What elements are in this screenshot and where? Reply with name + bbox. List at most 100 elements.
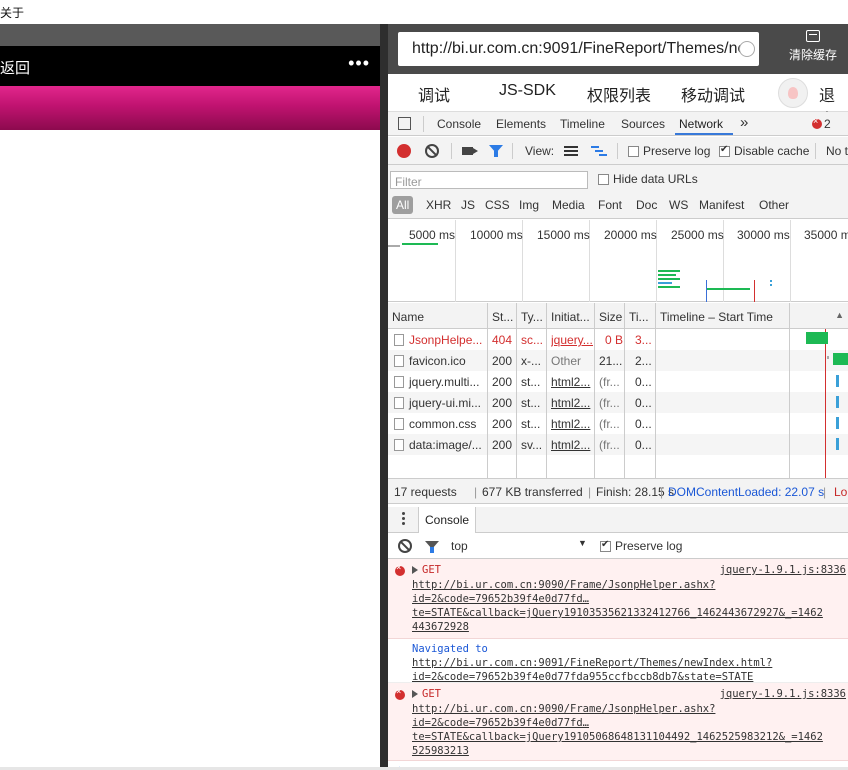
column-header-time[interactable]: Ti...: [625, 303, 656, 329]
message-source-link[interactable]: jquery-1.9.1.js:8336: [720, 564, 846, 576]
cache-icon: [806, 30, 820, 42]
message-line[interactable]: http://bi.ur.com.cn:9091/FineReport/Them…: [412, 656, 772, 670]
console-filter-icon[interactable]: [425, 541, 439, 553]
throttle-select[interactable]: No t: [826, 144, 848, 158]
table-row[interactable]: common.css 200 st... html2... (fr... 0..…: [388, 413, 848, 434]
message-line[interactable]: http://bi.ur.com.cn:9090/Frame/JsonpHelp…: [412, 578, 823, 592]
table-row[interactable]: JsonpHelpe... 404 sc... jquery.... 0 B 3…: [388, 329, 848, 350]
tab-mobile-debug[interactable]: 移动调试: [681, 82, 745, 106]
console-message-error[interactable]: GET jquery-1.9.1.js:8336 http://bi.ur.co…: [388, 559, 848, 639]
request-name: JsonpHelpe...: [394, 333, 486, 347]
tab-timeline[interactable]: Timeline: [560, 117, 605, 131]
checkbox-icon: [628, 146, 639, 157]
request-initiator[interactable]: jquery....: [551, 333, 593, 347]
waterfall-view-icon[interactable]: [591, 146, 607, 156]
column-header-type[interactable]: Ty...: [517, 303, 547, 329]
message-source-link[interactable]: jquery-1.9.1.js:8336: [720, 688, 846, 700]
inspect-icon[interactable]: [398, 117, 411, 130]
type-filter-img[interactable]: Img: [519, 198, 539, 212]
tab-network[interactable]: Network: [679, 117, 723, 131]
request-initiator[interactable]: html2...: [551, 438, 593, 452]
tab-elements[interactable]: Elements: [496, 117, 546, 131]
tab-sources[interactable]: Sources: [621, 117, 665, 131]
request-initiator[interactable]: html2...: [551, 375, 593, 389]
message-line[interactable]: id=2&code=79652b39f4e0d77fd…: [412, 716, 823, 730]
type-filter-xhr[interactable]: XHR: [426, 198, 451, 212]
table-row[interactable]: data:image/... 200 sv... html2... (fr...…: [388, 434, 848, 455]
message-line[interactable]: te=STATE&callback=jQuery1910353562133241…: [412, 606, 823, 620]
expand-icon[interactable]: [412, 566, 418, 574]
clear-cache-button[interactable]: 清除缓存: [778, 30, 848, 63]
tab-console[interactable]: Console: [437, 117, 481, 131]
timeline-header-label: Timeline – Start Time: [660, 310, 773, 324]
message-line[interactable]: te=STATE&callback=jQuery1910506864813110…: [412, 730, 823, 744]
error-icon: [812, 116, 822, 129]
request-time: 0...: [635, 396, 652, 410]
clear-icon[interactable]: [425, 144, 439, 158]
type-filter-other[interactable]: Other: [759, 198, 789, 212]
disable-cache-checkbox[interactable]: Disable cache: [719, 144, 809, 158]
tab-debug[interactable]: 调试: [418, 82, 451, 114]
message-line[interactable]: http://bi.ur.com.cn:9090/Frame/JsonpHelp…: [412, 702, 823, 716]
network-overview[interactable]: 5000 ms 10000 ms 15000 ms 20000 ms 25000…: [388, 220, 848, 302]
clear-console-icon[interactable]: [398, 539, 412, 553]
table-row[interactable]: jquery.multi... 200 st... html2... (fr..…: [388, 371, 848, 392]
type-filter-css[interactable]: CSS: [485, 198, 510, 212]
tab-permissions[interactable]: 权限列表: [587, 82, 651, 106]
type-filter-ws[interactable]: WS: [669, 198, 688, 212]
hide-data-urls-checkbox[interactable]: Hide data URLs: [598, 172, 698, 186]
message-line[interactable]: id=2&code=79652b39f4e0d77fd…: [412, 592, 823, 606]
type-filter-doc[interactable]: Doc: [636, 198, 657, 212]
drawer-menu-icon[interactable]: [402, 512, 405, 526]
separator: [512, 143, 513, 159]
column-header-initiator[interactable]: Initiat...: [547, 303, 595, 329]
request-initiator[interactable]: html2...: [551, 396, 593, 410]
more-tabs-icon[interactable]: »: [740, 114, 748, 131]
column-header-size[interactable]: Size: [595, 303, 625, 329]
type-filter-all[interactable]: All: [392, 196, 414, 214]
mobile-back-button[interactable]: 返回: [0, 57, 30, 78]
type-filter-font[interactable]: Font: [598, 198, 622, 212]
disable-cache-label: Disable cache: [734, 144, 810, 158]
filter-icon[interactable]: [489, 145, 503, 157]
camera-icon[interactable]: [462, 147, 478, 155]
column-header-timeline[interactable]: Timeline – Start Time ▲: [656, 303, 848, 329]
separator: |: [474, 485, 478, 499]
column-divider: [789, 303, 790, 478]
column-header-status[interactable]: St...: [488, 303, 517, 329]
type-filter-media[interactable]: Media: [552, 198, 585, 212]
message-line[interactable]: id=2&code=79652b39f4e0d77fda955ccfbccb8d…: [412, 670, 772, 684]
drawer-tab-console[interactable]: Console: [418, 507, 477, 533]
filter-input[interactable]: Filter: [390, 171, 588, 189]
panel-divider[interactable]: [380, 24, 388, 770]
tab-js-sdk[interactable]: JS-SDK: [499, 82, 556, 100]
record-icon[interactable]: [397, 144, 411, 158]
console-message-error[interactable]: GET jquery-1.9.1.js:8336 http://bi.ur.co…: [388, 683, 848, 761]
list-view-icon[interactable]: [564, 146, 578, 156]
message-prefix: Navigated to: [412, 643, 488, 655]
type-filter-manifest[interactable]: Manifest: [699, 198, 744, 212]
checkbox-icon: [598, 174, 609, 185]
expand-icon[interactable]: [412, 690, 418, 698]
console-message-info[interactable]: Navigated to http://bi.ur.com.cn:9091/Fi…: [388, 639, 848, 683]
message-line[interactable]: 443672928: [412, 620, 823, 634]
table-row[interactable]: jquery-ui.mi... 200 st... html2... (fr..…: [388, 392, 848, 413]
message-line[interactable]: 525983213: [412, 744, 823, 758]
console-output[interactable]: GET jquery-1.9.1.js:8336 http://bi.ur.co…: [388, 559, 848, 770]
chevron-down-icon[interactable]: ▼: [578, 538, 587, 548]
console-preserve-log-checkbox[interactable]: Preserve log: [600, 539, 682, 553]
request-initiator[interactable]: html2...: [551, 417, 593, 431]
context-select[interactable]: top: [451, 539, 468, 553]
request-type: sv...: [521, 438, 543, 452]
reload-icon[interactable]: [739, 41, 755, 57]
error-count: 2: [824, 117, 831, 131]
column-header-name[interactable]: Name: [388, 303, 488, 329]
more-icon[interactable]: •••: [348, 53, 370, 74]
table-row[interactable]: favicon.ico 200 x-... Other 21... 2...: [388, 350, 848, 371]
preserve-log-checkbox[interactable]: Preserve log: [628, 144, 710, 158]
type-filter-js[interactable]: JS: [461, 198, 475, 212]
request-time: 0...: [635, 375, 652, 389]
error-count-badge[interactable]: 2: [812, 116, 831, 131]
url-input[interactable]: http://bi.ur.com.cn:9091/FineReport/Them…: [398, 32, 759, 66]
console-toolbar: top ▼ Preserve log: [388, 533, 848, 559]
